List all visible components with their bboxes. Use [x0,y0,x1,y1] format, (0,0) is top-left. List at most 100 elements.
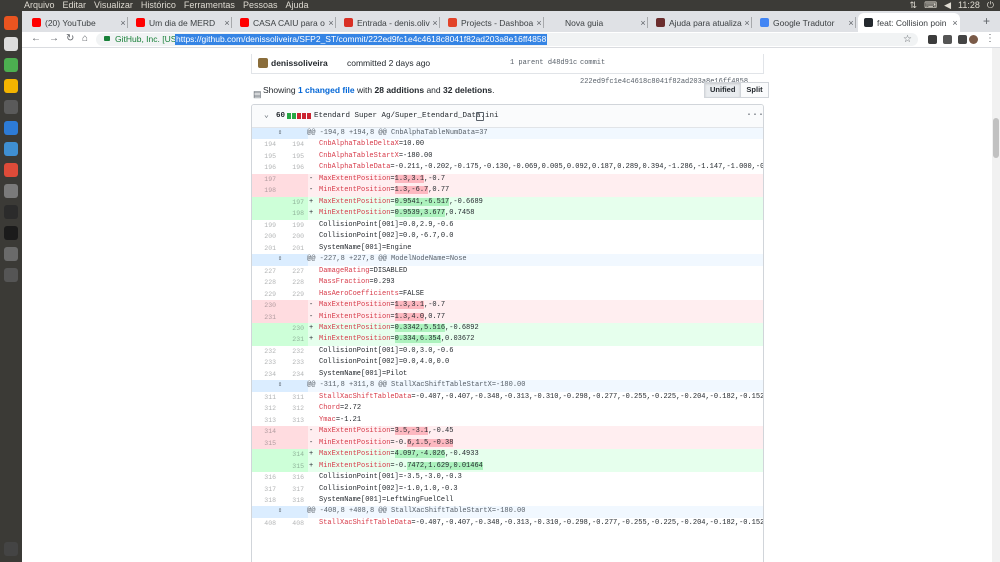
browser-tab[interactable]: CASA CAIU para o × [234,13,336,32]
new-line-number[interactable]: 231 [280,334,308,346]
new-line-number[interactable]: 315 [280,460,308,473]
menu-item[interactable]: Editar [63,0,87,11]
new-line-number[interactable]: 201 [280,243,308,254]
copy-path-icon[interactable] [476,112,484,121]
tab-close-icon[interactable]: × [534,18,544,28]
tab-close-icon[interactable]: × [846,18,856,28]
network-icon[interactable]: ⇅ [910,0,918,11]
file-options-icon[interactable]: ··· [746,105,763,127]
spreadsheet-app-icon[interactable] [4,58,18,72]
address-bar[interactable]: GitHub, Inc. [US] https://github.com/den… [96,33,918,46]
new-line-number[interactable]: 312 [280,403,308,414]
new-line-number[interactable]: 229 [280,289,308,300]
new-line-number[interactable]: 311 [280,392,308,403]
disk-app-icon[interactable] [4,268,18,282]
old-line-number[interactable] [252,208,280,220]
tab-close-icon[interactable]: × [638,18,648,28]
new-line-number[interactable]: 227 [280,266,308,277]
new-line-number[interactable]: 194 [280,139,308,150]
new-line-number[interactable] [280,300,308,312]
old-line-number[interactable] [252,449,280,461]
menu-item[interactable]: Pessoas [243,0,278,11]
extension-icon[interactable] [943,35,952,44]
new-line-number[interactable] [280,311,308,323]
old-line-number[interactable]: 316 [252,472,280,483]
new-line-number[interactable] [280,185,308,197]
terminal-app-icon[interactable] [4,184,18,198]
new-line-number[interactable]: 232 [280,346,308,357]
collapse-chevron-icon[interactable]: ⌄ [264,105,269,127]
software-app-icon[interactable] [4,121,18,135]
drive-app-icon[interactable] [4,247,18,261]
new-line-number[interactable]: 234 [280,369,308,380]
chrome-app-icon[interactable] [4,163,18,177]
new-line-number[interactable]: 199 [280,220,308,231]
tab-close-icon[interactable]: × [326,18,336,28]
extension-icon[interactable] [928,35,937,44]
home-icon[interactable]: ⌂ [82,33,88,44]
expand-lines-icon[interactable]: ⇕ [252,380,308,392]
tab-close-icon[interactable]: × [742,18,752,28]
menu-item[interactable]: Histórico [141,0,176,11]
old-line-number[interactable]: 194 [252,139,280,150]
new-line-number[interactable]: 317 [280,484,308,495]
power-icon[interactable]: ⏻ [987,0,994,11]
menu-item[interactable]: Arquivo [24,0,55,11]
old-line-number[interactable]: 232 [252,346,280,357]
old-line-number[interactable]: 311 [252,392,280,403]
commit-author[interactable]: denissoliveira [271,54,328,73]
tab-close-icon[interactable]: × [430,18,440,28]
changed-files-link[interactable]: 1 changed file [298,85,355,95]
old-line-number[interactable]: 315 [252,437,280,450]
split-button[interactable]: Split [741,82,769,98]
new-line-number[interactable]: 195 [280,151,308,162]
old-line-number[interactable]: 313 [252,415,280,426]
new-tab-button[interactable]: + [983,14,990,28]
browser-tab[interactable]: Projects - Dashboa × [442,13,544,32]
old-line-number[interactable]: 201 [252,243,280,254]
new-line-number[interactable]: 313 [280,415,308,426]
author-avatar[interactable] [258,58,268,68]
browser-tab[interactable]: Google Tradutor × [754,13,856,32]
new-line-number[interactable]: 233 [280,357,308,368]
new-line-number[interactable]: 408 [280,518,308,529]
jetbrains-app-icon[interactable] [4,226,18,240]
new-line-number[interactable]: 230 [280,322,308,335]
file-name[interactable]: Etendard Super Ag/Super_Etendard_Data.in… [314,105,499,127]
new-line-number[interactable] [280,173,308,186]
browser-tab[interactable]: (20) YouTube × [26,13,128,32]
trash-icon[interactable] [4,542,18,556]
old-line-number[interactable]: 233 [252,357,280,368]
document-app-icon[interactable] [4,37,18,51]
parent-sha-link[interactable]: d48d91c [548,59,577,67]
menu-item[interactable]: Visualizar [94,0,133,11]
volume-icon[interactable]: ◀ [944,0,951,11]
old-line-number[interactable]: 318 [252,495,280,506]
bookmark-star-icon[interactable]: ☆ [903,33,912,46]
old-line-number[interactable]: 314 [252,426,280,438]
new-line-number[interactable]: 198 [280,208,308,220]
old-line-number[interactable]: 227 [252,266,280,277]
profile-avatar[interactable] [969,35,978,44]
browser-tab[interactable]: Nova guia × [546,13,648,32]
ide-app-icon[interactable] [4,205,18,219]
old-line-number[interactable] [252,322,280,335]
browser-tab[interactable]: Um dia de MERD × [130,13,232,32]
new-line-number[interactable]: 228 [280,277,308,288]
expand-lines-icon[interactable]: ⇕ [252,506,308,518]
new-line-number[interactable] [280,437,308,450]
old-line-number[interactable]: 198 [252,185,280,197]
browser-tab[interactable]: feat: Collision poin × [858,13,960,32]
url-text[interactable]: https://github.com/denissoliveira/SFP2_S… [175,34,548,45]
old-line-number[interactable]: 200 [252,231,280,242]
files-app-icon[interactable] [4,16,18,30]
menu-item[interactable]: Ferramentas [184,0,235,11]
old-line-number[interactable]: 196 [252,162,280,173]
clock[interactable]: 11:28 [958,0,980,11]
new-line-number[interactable]: 314 [280,449,308,461]
reload-icon[interactable]: ↻ [66,33,74,44]
page-scrollbar[interactable] [992,48,1000,562]
new-line-number[interactable]: 200 [280,231,308,242]
code-editor-app-icon[interactable] [4,142,18,156]
forward-icon[interactable]: → [49,33,59,44]
